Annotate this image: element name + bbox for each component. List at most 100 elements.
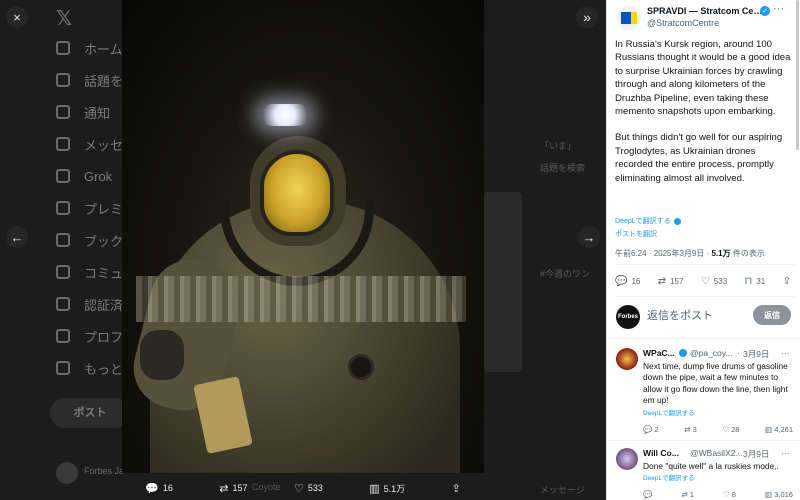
deepl-translate-label: DeepLで翻訳する <box>615 218 671 225</box>
divider <box>607 338 800 339</box>
nav-home[interactable]: ホーム <box>56 36 123 60</box>
flag-yellow <box>631 12 637 24</box>
bell-icon <box>56 105 70 119</box>
author-avatar[interactable] <box>617 6 641 30</box>
verified-org-icon <box>56 297 70 311</box>
viewer-views-count: 5.1万 <box>383 483 406 494</box>
reply-reply-button[interactable]: 💬 2 <box>643 425 659 434</box>
viewer-reply-button[interactable]: 💬 16 <box>145 482 173 495</box>
divider <box>615 264 795 265</box>
photo-headlamp <box>262 104 308 126</box>
reply-like-button[interactable]: ♡ 28 <box>722 425 739 434</box>
repost-button[interactable]: ⇄ 157 <box>658 276 684 287</box>
author-handle[interactable]: @StratcomCentre <box>647 18 719 28</box>
analytics-icon: ▥ <box>765 490 773 499</box>
reply-input[interactable]: 返信をポスト <box>647 307 713 323</box>
tweet-paragraph-1: In Russia's Kursk region, around 100 Rus… <box>615 39 791 118</box>
author-name[interactable]: SPRAVDI — Stratcom Centre <box>647 6 763 16</box>
close-viewer-button[interactable]: × <box>6 6 28 28</box>
nav-grok[interactable]: Grok <box>56 164 112 188</box>
premium-icon <box>56 201 70 215</box>
like-count: 533 <box>713 277 728 286</box>
more-options-icon[interactable]: ··· <box>781 348 790 358</box>
bookmark-icon: ⊓ <box>744 276 753 287</box>
panel-scrollbar[interactable] <box>796 0 799 150</box>
deepl-translate-link[interactable]: DeepLで翻訳する <box>615 216 681 226</box>
tweet-time[interactable]: 午前6:24 <box>615 249 647 258</box>
reply-date[interactable]: 3月9日 <box>743 348 769 360</box>
chevron-double-right-icon: » <box>583 9 591 25</box>
reply-author-handle[interactable]: @pa_coy... <box>690 348 733 358</box>
heart-icon: ♡ <box>700 276 710 287</box>
heart-icon: ♡ <box>722 425 730 434</box>
translate-post-link[interactable]: ポストを翻訳 <box>615 229 657 239</box>
reply-like-count: 8 <box>731 490 736 499</box>
verified-badge-icon <box>679 349 687 357</box>
nav-notifications[interactable]: 通知 <box>56 100 110 124</box>
reply-repost-count: 1 <box>689 490 694 499</box>
bottom-user-avatar[interactable] <box>56 462 78 484</box>
reply-avatar[interactable] <box>616 448 638 470</box>
next-media-button[interactable]: → <box>578 226 600 248</box>
reply-author-handle[interactable]: @WBasilX2... <box>690 448 743 458</box>
reply-author-name[interactable]: WPaC... <box>643 348 675 358</box>
like-button[interactable]: ♡ 533 <box>701 276 727 287</box>
search-icon <box>56 73 70 87</box>
close-icon: × <box>13 9 21 25</box>
previous-media-button[interactable]: ← <box>6 226 28 248</box>
photo-pixelated-area <box>136 276 466 322</box>
tweet-view-count: 5.1万 <box>711 249 731 258</box>
reply-submit-button[interactable]: 返信 <box>753 305 791 325</box>
media-photo[interactable] <box>122 0 484 473</box>
reply-views-count: 4,261 <box>774 425 793 434</box>
reply-action-bar: 💬 2 ⇄ 3 ♡ 28 ▥ 4,261 <box>643 425 793 434</box>
deepl-translate-link[interactable]: DeepLで翻訳する <box>643 407 695 417</box>
more-options-icon[interactable]: ··· <box>773 3 784 15</box>
bottom-user-name: Forbes Ja <box>84 466 125 476</box>
reply-views-button[interactable]: ▥ 4,261 <box>765 425 793 434</box>
reply-avatar[interactable] <box>616 348 638 370</box>
reply-like-count: 28 <box>731 425 740 434</box>
viewer-reply-count: 16 <box>162 483 173 493</box>
deepl-translate-link[interactable]: DeepLで翻訳する <box>643 472 695 482</box>
tweet-view-label: 件の表示 <box>732 249 765 258</box>
reply-reply-count: 2 <box>654 425 659 434</box>
background-card <box>484 192 522 372</box>
reply-views-button[interactable]: ▥ 3,016 <box>765 490 793 499</box>
reply-repost-button[interactable]: ⇄ 3 <box>684 425 697 434</box>
bookmark-count: 31 <box>756 277 766 286</box>
tweet-meta: 午前6:24 · 2025年3月9日 · 5.1万 件の表示 <box>615 249 765 258</box>
viewer-like-count: 533 <box>307 483 323 493</box>
reply-reply-button[interactable]: 💬 <box>643 490 652 499</box>
viewer-repost-button[interactable]: ⇄ 157 <box>219 482 247 495</box>
grok-icon <box>56 169 70 183</box>
viewer-repost-count: 157 <box>232 483 248 493</box>
nav-label: 通知 <box>84 105 111 121</box>
viewer-views-button[interactable]: ▥ 5.1万 <box>369 482 405 495</box>
x-logo-icon: 𝕏 <box>56 8 73 30</box>
tweet-panel: SPRAVDI — Stratcom Centre ✓ ··· @Stratco… <box>606 0 800 500</box>
reply-like-button[interactable]: ♡ 8 <box>723 490 736 499</box>
more-options-icon[interactable]: ··· <box>781 448 790 458</box>
bookmark-button[interactable]: ⊓ 31 <box>745 276 766 287</box>
nav-post-button[interactable]: ポスト <box>50 398 130 428</box>
collapse-panel-button[interactable]: » <box>576 6 598 28</box>
viewer-share-button[interactable]: ⇪ <box>452 482 461 495</box>
repost-icon: ⇄ <box>684 425 691 434</box>
current-user-avatar[interactable]: Forbes <box>616 305 640 329</box>
bookmark-icon <box>56 233 70 247</box>
reply-author-name[interactable]: Will Co... <box>643 448 679 458</box>
viewer-like-button[interactable]: ♡ 533 <box>294 482 323 495</box>
share-button[interactable]: ⇪ <box>783 276 791 287</box>
background-trend: #今週のワン <box>540 269 591 279</box>
arrow-right-icon: → <box>582 229 596 245</box>
tweet-date[interactable]: 2025年3月9日 <box>654 249 705 258</box>
reply-views-count: 3,016 <box>774 490 793 499</box>
reply-text: Next time, dump five drums of gasoline d… <box>643 361 788 406</box>
repost-icon: ⇄ <box>657 276 667 287</box>
reply-repost-button[interactable]: ⇄ 1 <box>681 490 694 499</box>
reply-date[interactable]: 3月9日 <box>743 448 769 460</box>
reply-icon: 💬 <box>145 482 159 495</box>
reply-button[interactable]: 💬 16 <box>615 276 640 287</box>
reply-separator: · <box>737 348 740 358</box>
